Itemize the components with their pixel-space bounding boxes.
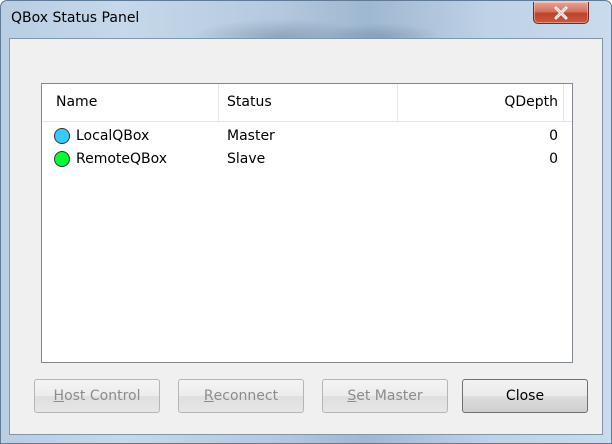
list-item[interactable]: RemoteQBox Slave 0: [42, 148, 572, 170]
reconnect-accesskey: R: [203, 388, 214, 404]
set-master-label: et Master: [356, 388, 423, 404]
column-header-qdepth[interactable]: QDepth: [397, 84, 558, 121]
column-divider[interactable]: [218, 84, 219, 121]
set-master-button[interactable]: Set Master: [322, 379, 448, 413]
window-title: QBox Status Panel: [11, 10, 140, 26]
qbox-list[interactable]: Name Status QDepth LocalQBox Master 0 Re…: [41, 83, 573, 363]
host-control-accesskey: H: [53, 388, 65, 404]
close-icon: [554, 6, 568, 19]
dialog-client-area: Name Status QDepth LocalQBox Master 0 Re…: [9, 38, 603, 435]
qbox-qdepth: 0: [549, 128, 558, 144]
qbox-status: Master: [227, 128, 275, 144]
status-dot-icon: [54, 128, 70, 144]
column-header-status[interactable]: Status: [227, 84, 272, 121]
qbox-name: RemoteQBox: [76, 151, 168, 167]
dialog-window: QBox Status Panel Name Status QDepth Loc…: [0, 0, 612, 444]
window-close-button[interactable]: [533, 2, 589, 24]
reconnect-label: econnect: [213, 388, 279, 404]
list-item[interactable]: LocalQBox Master 0: [42, 125, 572, 147]
qbox-status: Slave: [227, 151, 266, 167]
reconnect-button[interactable]: Reconnect: [178, 379, 304, 413]
qbox-name: LocalQBox: [76, 128, 150, 144]
list-header: Name Status QDepth: [42, 84, 572, 122]
close-button[interactable]: Close: [462, 379, 588, 413]
host-control-button[interactable]: Host Control: [34, 379, 160, 413]
title-bar[interactable]: QBox Status Panel: [1, 1, 612, 38]
set-master-accesskey: S: [347, 388, 357, 404]
host-control-label: ost Control: [64, 388, 141, 404]
qbox-qdepth: 0: [549, 151, 558, 167]
status-dot-icon: [54, 151, 70, 167]
column-divider[interactable]: [563, 84, 564, 121]
column-header-name[interactable]: Name: [56, 84, 97, 121]
